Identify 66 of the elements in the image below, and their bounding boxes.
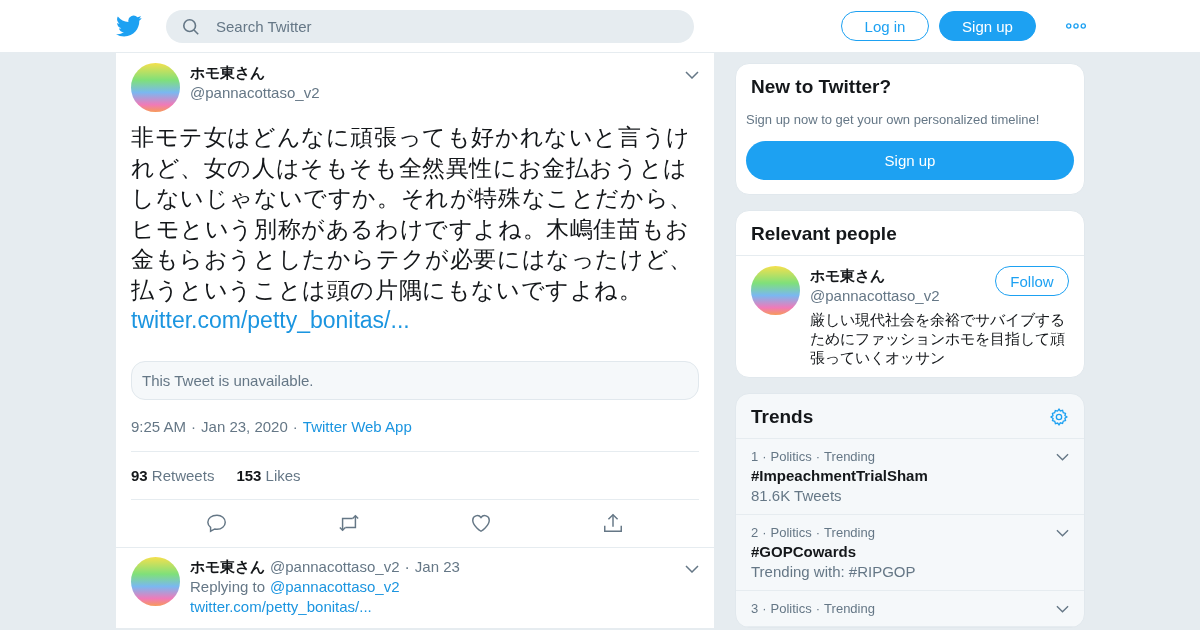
tweet-link[interactable]: twitter.com/petty_bonitas/... xyxy=(190,598,460,616)
trend-meta: Trending with: #RIPGOP xyxy=(751,563,917,580)
mention-link[interactable]: @pannacottaso_v2 xyxy=(270,577,400,597)
retweet-icon[interactable] xyxy=(338,512,360,534)
replying-label: Replying to xyxy=(190,577,266,597)
signup-text: Sign up now to get your own personalized timeline! xyxy=(746,112,1041,127)
chevron-down-icon[interactable] xyxy=(1056,604,1069,613)
card-title: New to Twitter? xyxy=(751,76,893,98)
login-button[interactable]: Log in xyxy=(841,11,929,41)
like-count[interactable]: 153 Likes xyxy=(236,467,301,484)
chevron-down-icon[interactable] xyxy=(1056,528,1069,537)
chevron-down-icon[interactable] xyxy=(685,71,699,79)
bird-logo-icon[interactable] xyxy=(116,13,142,39)
avatar[interactable] xyxy=(751,266,800,315)
heart-icon[interactable] xyxy=(470,512,492,534)
retweet-count[interactable]: 93 Retweets xyxy=(131,467,215,484)
trend-meta: 81.6K Tweets xyxy=(751,487,843,504)
share-icon[interactable] xyxy=(602,512,624,534)
more-icon[interactable] xyxy=(1066,23,1086,29)
card-title: Trends xyxy=(751,406,814,428)
signup-button[interactable]: Sign up xyxy=(939,11,1036,41)
settings-icon[interactable] xyxy=(1049,407,1069,427)
trend-category: Politics xyxy=(770,525,812,540)
avatar[interactable] xyxy=(131,63,180,112)
trend-rank: 2 xyxy=(751,525,759,540)
separator-dot: · xyxy=(191,418,197,435)
separator-dot: · xyxy=(292,418,298,435)
user-handle[interactable]: @pannacottaso_v2 xyxy=(190,83,320,103)
reply-date[interactable]: Jan 23 xyxy=(414,557,460,577)
user-handle[interactable]: @pannacottaso_v2 xyxy=(810,286,940,306)
tweet-text: 非モテ女はどんなに頑張っても好かれないと言うけれど、女の人はそもそも全然異性にお金払おうとはしないじゃないですか。それが特殊なことだから、ヒモという別称があるわけですよね。木嶋佳苗もお金もらおうとしたからテクが必要にはなったけど、払うということは頭の片隅にもないですよね。 xyxy=(131,123,694,305)
trend-hashtag[interactable]: #ImpeachmentTrialSham xyxy=(751,467,1069,484)
separator-dot: · xyxy=(815,525,821,540)
tweet-time: 9:25 AM xyxy=(131,418,187,435)
search-icon xyxy=(182,17,200,36)
tweet-link[interactable]: twitter.com/petty_bonitas/... xyxy=(131,305,699,335)
unavailable-quote: This Tweet is unavailable. xyxy=(131,361,699,400)
avatar[interactable] xyxy=(131,557,180,606)
signup-button[interactable]: Sign up xyxy=(746,141,1074,180)
user-bio: 厳しい現代社会を余裕でサバイブするためにファッションホモを目指して頑張っていくオッサン xyxy=(810,310,1066,367)
chevron-down-icon[interactable] xyxy=(1056,452,1069,461)
search-field[interactable]: Search Twitter xyxy=(166,9,694,43)
card-title: Relevant people xyxy=(736,211,1084,256)
trend-rank: 3 xyxy=(751,601,759,616)
separator-dot: · xyxy=(404,557,410,577)
user-handle[interactable]: @pannacottaso_v2 xyxy=(270,557,400,577)
user-name[interactable]: ホモ東さん xyxy=(190,63,320,83)
tweet-date: Jan 23, 2020 xyxy=(201,418,288,435)
trend-status: Trending xyxy=(824,525,875,540)
trend-hashtag[interactable]: #GOPCowards xyxy=(751,543,1069,560)
follow-button[interactable]: Follow xyxy=(995,266,1069,296)
user-name[interactable]: ホモ東さん xyxy=(810,266,940,286)
separator-dot: · xyxy=(815,449,821,464)
separator-dot: · xyxy=(762,525,767,540)
separator-dot: · xyxy=(815,601,821,616)
separator-dot: · xyxy=(762,601,767,616)
source-link[interactable]: Twitter Web App xyxy=(302,418,412,435)
trend-category: Politics xyxy=(770,449,812,464)
user-name[interactable]: ホモ東さん xyxy=(190,557,265,577)
reply-icon[interactable] xyxy=(206,512,228,534)
trend-category: Politics xyxy=(770,601,812,616)
trend-status: Trending xyxy=(824,449,875,464)
separator-dot: · xyxy=(762,449,767,464)
chevron-down-icon[interactable] xyxy=(685,565,699,573)
trend-status: Trending xyxy=(824,601,875,616)
trend-rank: 1 xyxy=(751,449,759,464)
